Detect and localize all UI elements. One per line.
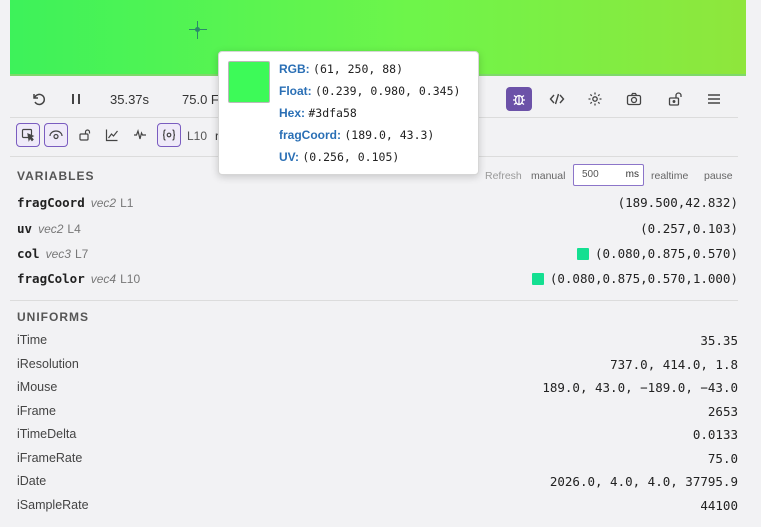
tooltip-value: (0.256, 0.105) xyxy=(302,150,400,164)
debug-bug-icon[interactable] xyxy=(506,87,532,111)
line-label: L10 xyxy=(187,129,208,143)
tooltip-row-hex: Hex: #3dfa58 xyxy=(279,106,357,120)
menu-icon[interactable] xyxy=(701,87,727,111)
uniform-value: 75.0 xyxy=(707,451,738,466)
tooltip-value: (189.0, 43.3) xyxy=(344,128,435,142)
tooltip-row-float: Float: (0.239, 0.980, 0.345) xyxy=(279,84,460,98)
divider xyxy=(10,300,738,301)
variable-name: fragCoord xyxy=(17,195,85,210)
fps-readout: 75.0 F xyxy=(182,92,219,107)
refresh-label: Refresh xyxy=(485,170,522,182)
waveform-icon[interactable] xyxy=(128,123,152,147)
tooltip-row-uv: UV: (0.256, 0.105) xyxy=(279,150,399,164)
variable-name: uv xyxy=(17,221,33,236)
uniform-name: iDate xyxy=(17,474,47,488)
uniform-name: iTime xyxy=(17,333,48,347)
uniform-name: iFrame xyxy=(17,404,56,418)
uniform-row: iFrameRate 75.0 xyxy=(17,451,738,471)
uniform-value: 44100 xyxy=(700,498,738,513)
realtime-option[interactable]: realtime xyxy=(651,170,688,182)
variables-title: VARIABLES xyxy=(17,169,95,183)
pause-icon[interactable] xyxy=(63,87,89,111)
uniform-value: 737.0, 414.0, 1.8 xyxy=(610,357,738,372)
tooltip-key: UV: xyxy=(279,150,300,164)
time-readout: 35.37s xyxy=(110,92,150,107)
crosshair-icon xyxy=(189,21,207,39)
variable-line: L10 xyxy=(120,272,141,286)
variable-line: L7 xyxy=(74,247,89,261)
variable-type: vec2 xyxy=(90,196,117,210)
uniform-value: 2653 xyxy=(707,404,738,419)
variable-name: col xyxy=(17,246,40,261)
pause-option[interactable]: pause xyxy=(704,170,733,182)
uniform-value: 35.35 xyxy=(700,333,738,348)
variable-line: L1 xyxy=(120,196,134,210)
variable-row: col vec3 L7 (0.080,0.875,0.570) xyxy=(17,246,738,266)
uniform-name: iTimeDelta xyxy=(17,427,77,441)
variable-row: fragColor vec4 L10 (0.080,0.875,0.570,1.00… xyxy=(17,271,738,291)
lock-icon[interactable] xyxy=(73,123,97,147)
interval-value: 500 xyxy=(582,169,599,180)
pixel-inspector-tooltip: RGB: (61, 250, 88) Float: (0.239, 0.980,… xyxy=(218,51,479,175)
variable-value: (0.257,0.103) xyxy=(640,221,738,236)
unlock-icon[interactable] xyxy=(662,87,688,111)
variable-name: fragColor xyxy=(17,271,85,286)
interval-unit: ms xyxy=(625,169,639,180)
tooltip-key: RGB: xyxy=(279,62,310,76)
manual-option[interactable]: manual xyxy=(531,170,565,182)
select-cursor-icon[interactable] xyxy=(16,123,40,147)
settings-icon[interactable] xyxy=(582,87,608,111)
pixel-color-swatch xyxy=(228,61,270,103)
uniform-value: 0.0133 xyxy=(692,427,738,442)
variable-icon[interactable] xyxy=(157,123,181,147)
variable-line: L4 xyxy=(67,222,81,236)
restart-icon[interactable] xyxy=(26,87,52,111)
color-swatch xyxy=(531,272,544,285)
variable-value: (189.500,42.832) xyxy=(617,195,738,210)
uniform-value: 2026.0, 4.0, 4.0, 37795.9 xyxy=(549,474,738,489)
refresh-interval-input[interactable]: 500 ms xyxy=(573,164,644,186)
camera-icon[interactable] xyxy=(621,87,647,111)
uniform-row: iDate 2026.0, 4.0, 4.0, 37795.9 xyxy=(17,474,738,494)
variable-row: fragCoord vec2 L1 (189.500,42.832) xyxy=(17,195,738,215)
color-swatch xyxy=(577,247,589,260)
uniform-row: iSampleRate 44100 xyxy=(17,498,738,518)
uniform-row: iResolution 737.0, 414.0, 1.8 xyxy=(17,357,738,377)
uniform-row: iMouse 189.0, 43.0, −189.0, −43.0 xyxy=(17,380,738,400)
variable-type: vec2 xyxy=(38,222,64,236)
uniform-name: iFrameRate xyxy=(17,451,83,465)
variable-type: vec4 xyxy=(90,272,117,286)
uniforms-title: UNIFORMS xyxy=(17,310,89,324)
tooltip-value: (0.239, 0.980, 0.345) xyxy=(315,84,461,98)
variable-type: vec3 xyxy=(45,247,71,261)
uniform-value: 189.0, 43.0, −189.0, −43.0 xyxy=(542,380,738,395)
uniform-row: iFrame 2653 xyxy=(17,404,738,424)
uniform-name: iMouse xyxy=(17,380,58,394)
tooltip-value: (61, 250, 88) xyxy=(313,62,404,76)
eye-icon[interactable] xyxy=(44,123,68,147)
variable-value: (0.080,0.875,0.570,1.000) xyxy=(549,271,738,286)
tooltip-key: Float: xyxy=(279,84,312,98)
tooltip-row-rgb: RGB: (61, 250, 88) xyxy=(279,62,403,76)
uniform-row: iTime 35.35 xyxy=(17,333,738,353)
uniform-name: iResolution xyxy=(17,357,79,371)
variable-value: (0.080,0.875,0.570) xyxy=(595,246,738,261)
variable-row: uv vec2 L4 (0.257,0.103) xyxy=(17,221,738,241)
tooltip-key: Hex: xyxy=(279,106,306,120)
line-chart-icon[interactable] xyxy=(100,123,124,147)
code-icon[interactable] xyxy=(544,87,570,111)
tooltip-value: #3dfa58 xyxy=(308,106,357,120)
uniform-row: iTimeDelta 0.0133 xyxy=(17,427,738,447)
uniform-name: iSampleRate xyxy=(17,498,89,512)
tooltip-key: fragCoord: xyxy=(279,128,341,142)
tooltip-row-fragcoord: fragCoord: (189.0, 43.3) xyxy=(279,128,434,142)
